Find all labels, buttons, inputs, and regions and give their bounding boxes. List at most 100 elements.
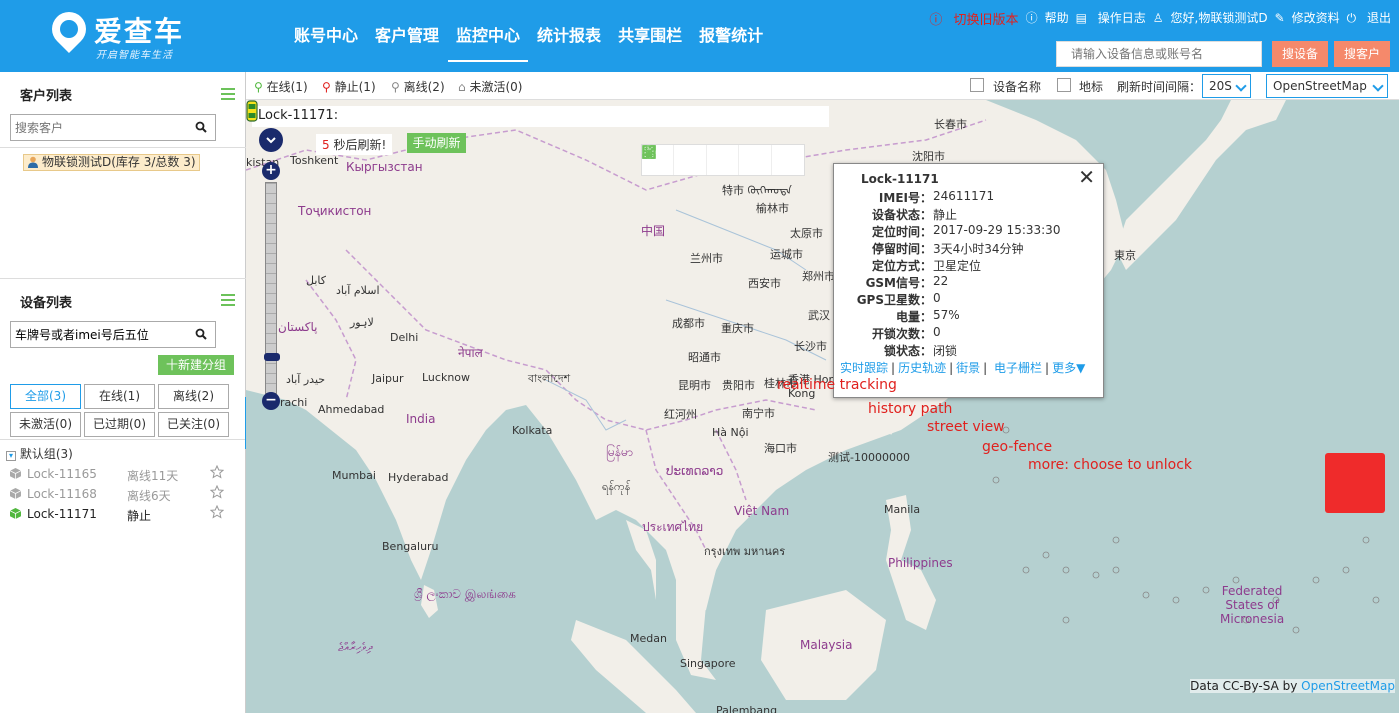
zoom-handle[interactable]	[264, 353, 280, 361]
greeting: ♙ 您好,物联锁测试D	[1152, 11, 1268, 25]
map-label: 昆明市	[678, 379, 711, 392]
search-icon[interactable]	[195, 328, 207, 340]
refresh-interval-select[interactable]: 20S	[1202, 74, 1251, 98]
map-label: Ahmedabad	[318, 403, 385, 416]
map-label: Delhi	[390, 331, 419, 344]
annotation-realtime: realtime tracking	[777, 377, 897, 393]
tool-fullscreen[interactable]	[642, 145, 707, 175]
zoom-slider[interactable]	[264, 182, 280, 394]
log-label: 操作日志	[1097, 11, 1146, 25]
tool-settings[interactable]	[643, 145, 804, 175]
group-default[interactable]: ▾ 默认组(3)	[6, 445, 73, 462]
history-track-link[interactable]: 历史轨迹	[898, 361, 946, 375]
star-icon[interactable]	[210, 505, 224, 519]
popup-row: 锁状态： 闭锁	[834, 342, 1105, 359]
customer-item[interactable]: 物联锁测试D(库存 3/总数 3)	[23, 154, 200, 171]
device-row[interactable]: Lock-11165 离线11天	[10, 465, 238, 485]
map-label: Bengaluru	[382, 540, 439, 553]
device-name: Lock-11165	[27, 467, 97, 481]
nav-monitor[interactable]: 监控中心	[448, 18, 529, 62]
filter-expired[interactable]: 已过期(0)	[84, 412, 155, 437]
device-name-checkbox[interactable]	[970, 78, 984, 92]
device-row[interactable]: Lock-11171 静止	[10, 505, 238, 525]
map-label: 成都市	[672, 317, 705, 330]
pan-control[interactable]	[256, 128, 286, 158]
collapse-list-icon[interactable]	[221, 294, 235, 306]
map-label: မြန်မာ	[606, 445, 633, 459]
map-label: Toshkent	[290, 154, 339, 167]
legend-online[interactable]: ⚲ 在线(1)	[254, 78, 308, 95]
filter-online[interactable]: 在线(1)	[84, 384, 155, 409]
search-icon[interactable]	[195, 121, 207, 133]
zoom-out-button[interactable]: −	[262, 392, 280, 410]
map-provider-select[interactable]: OpenStreetMap	[1266, 74, 1388, 98]
nav-shared-fence[interactable]: 共享围栏	[610, 18, 690, 62]
map-label: India	[406, 412, 436, 426]
star-icon[interactable]	[210, 465, 224, 479]
map-label: 昭通市	[688, 351, 721, 364]
realtime-tracking-link[interactable]: 实时跟踪	[840, 361, 888, 375]
manual-refresh-button[interactable]: 手动刷新	[407, 133, 466, 153]
countdown-number: 5	[322, 138, 330, 152]
map-label: กรุงเทพ มหานคร	[704, 545, 786, 558]
expand-icon[interactable]: ▾	[6, 451, 16, 461]
zoom-in-button[interactable]: +	[262, 162, 280, 180]
top-search-input[interactable]	[1057, 42, 1261, 66]
log-link[interactable]: ▤ 操作日志	[1076, 9, 1146, 28]
filter-followed[interactable]: 已关注(0)	[158, 412, 229, 437]
legend-offline[interactable]: ⚲ 离线(2)	[391, 78, 445, 95]
customer-search-input[interactable]	[11, 115, 191, 140]
collapse-list-icon[interactable]	[221, 88, 235, 100]
device-row[interactable]: Lock-11168 离线6天	[10, 485, 238, 505]
geofence-link[interactable]: 电子栅栏	[994, 361, 1042, 375]
logout-link[interactable]: ⏻ 退出	[1347, 9, 1391, 28]
filter-all[interactable]: 全部(3)	[10, 384, 81, 409]
search-device-button[interactable]: 搜设备	[1272, 41, 1328, 67]
tool-save[interactable]	[642, 145, 740, 175]
legend-static[interactable]: ⚲ 静止(1)	[322, 78, 376, 95]
nav-account[interactable]: 账号中心	[286, 18, 366, 62]
map-label: Тоҷикистон	[298, 204, 372, 218]
popup-value: 3天4小时34分钟	[933, 242, 1024, 256]
popup-key: 电量：	[895, 310, 932, 324]
profile-link[interactable]: ✎ 修改资料	[1275, 9, 1340, 28]
divider	[0, 147, 246, 148]
help-link[interactable]: ⓘ 帮助	[1026, 9, 1069, 28]
osm-link[interactable]: OpenStreetMap	[1301, 679, 1395, 693]
nav-reports[interactable]: 统计报表	[529, 18, 609, 62]
star-icon[interactable]	[210, 485, 224, 499]
map-label: کابل	[306, 274, 326, 287]
app-logo[interactable]: 爱查车 开启智能车生活	[44, 4, 220, 64]
annotation-geofence: geo-fence	[982, 439, 1053, 455]
customer-search-box	[10, 114, 216, 141]
pin-static-icon: ⚲	[322, 80, 331, 94]
filter-offline[interactable]: 离线(2)	[158, 384, 229, 409]
popup-row: 停留时间： 3天4小时34分钟	[834, 240, 1105, 257]
nav-customers[interactable]: 客户管理	[367, 18, 447, 62]
map-label: বাংলাদেশ	[528, 372, 571, 385]
nav-alarm-stats[interactable]: 报警统计	[691, 18, 771, 62]
legend-inactive[interactable]: ⌂ 未激活(0)	[458, 78, 522, 95]
popup-key: GSM信号：	[865, 276, 932, 290]
device-marker-icon[interactable]	[246, 100, 258, 122]
street-view-link[interactable]: 街景	[956, 361, 980, 375]
more-dropdown[interactable]: 更多▼	[1052, 361, 1085, 375]
map-label: Lucknow	[422, 371, 471, 384]
new-group-button[interactable]: 十新建分组	[158, 355, 234, 375]
popup-key: 设备状态：	[871, 208, 932, 222]
close-icon[interactable]: ✕	[1078, 167, 1095, 187]
popup-row: 定位时间： 2017-09-29 15:33:30	[834, 223, 1105, 240]
search-customer-button[interactable]: 搜客户	[1334, 41, 1390, 67]
old-version-label: 切换旧版本	[953, 13, 1019, 28]
attribution-text: Data CC-By-SA by	[1190, 679, 1302, 693]
tool-share[interactable]	[642, 145, 772, 175]
map-tools	[641, 144, 805, 176]
device-search-input[interactable]	[11, 322, 191, 347]
map-canvas[interactable]: kistan Toshkent Кыргызстан Тоҷикистон کا…	[246, 100, 1399, 713]
landmark-checkbox[interactable]	[1057, 78, 1071, 92]
map-label: 红河州	[664, 408, 697, 421]
popup-value: 24611171	[933, 189, 995, 203]
filter-inactive[interactable]: 未激活(0)	[10, 412, 81, 437]
old-version-link[interactable]: ⓘ 切换旧版本	[929, 9, 1018, 28]
group-label: 默认组(3)	[19, 447, 73, 461]
